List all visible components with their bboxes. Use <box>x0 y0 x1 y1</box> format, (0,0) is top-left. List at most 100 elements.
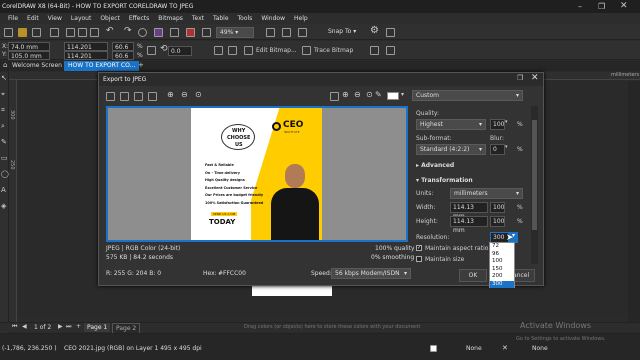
pan-tool-icon[interactable] <box>330 92 339 101</box>
split-vertical-icon[interactable] <box>120 92 129 101</box>
text-tool-icon[interactable]: A <box>1 186 6 194</box>
trace-bitmap-button[interactable]: Trace Bitmap <box>314 47 353 54</box>
print-icon[interactable] <box>50 28 59 37</box>
page-tab-1[interactable]: Page 1 <box>84 323 111 332</box>
quality-select[interactable]: Highest ▾ <box>416 119 486 130</box>
add-page-icon[interactable]: + <box>76 323 81 330</box>
full-preview-icon[interactable] <box>106 92 115 101</box>
tab-welcome-screen[interactable]: Welcome Screen <box>12 62 62 69</box>
quad-view-icon[interactable] <box>148 92 157 101</box>
full-screen-icon[interactable] <box>266 28 275 37</box>
app-launcher-icon[interactable] <box>202 28 211 37</box>
rectangle-tool-icon[interactable]: ▭ <box>1 154 8 162</box>
preset-select[interactable]: Custom ▾ <box>412 90 523 101</box>
paste-icon[interactable] <box>90 28 99 37</box>
split-horizontal-icon[interactable] <box>134 92 143 101</box>
edit-bitmap-icon[interactable] <box>244 46 253 55</box>
save-icon[interactable] <box>32 28 41 37</box>
speed-select[interactable]: 56 kbps Modem/ISDN ▾ <box>331 268 411 279</box>
scale-y-field[interactable]: 60.6 <box>112 51 134 60</box>
dialog-maximize-icon[interactable]: ❐ <box>517 74 523 82</box>
units-select[interactable]: millimeters ▾ <box>450 188 523 199</box>
crop-icon[interactable] <box>386 46 395 55</box>
dialog-close-icon[interactable]: ✕ <box>531 73 539 83</box>
menu-effects[interactable]: Effects <box>129 15 149 22</box>
transformation-section-toggle[interactable]: ▾ Transformation <box>416 177 473 184</box>
freehand-tool-icon[interactable]: ✎ <box>1 138 7 146</box>
publish-pdf-icon[interactable] <box>186 28 195 37</box>
preview-zoom-in-icon[interactable]: ⊕ <box>342 90 349 99</box>
preview-zoom-fit-icon[interactable]: ⊙ <box>366 90 373 99</box>
tab-document[interactable]: HOW TO EXPORT CO... <box>64 61 140 71</box>
zoom-out-icon[interactable]: ⊖ <box>181 90 188 99</box>
import-icon[interactable] <box>154 28 163 37</box>
height-field[interactable]: 114.201 mm <box>64 51 108 69</box>
resolution-option-150[interactable]: 150 <box>490 266 514 274</box>
zoom-fit-icon[interactable]: ⊙ <box>195 90 202 99</box>
height-percent-field[interactable]: 100 <box>490 216 505 227</box>
open-folder-icon[interactable] <box>18 28 27 37</box>
add-tab-icon[interactable]: + <box>138 61 144 69</box>
maintain-size-checkbox[interactable] <box>416 256 422 262</box>
cut-icon[interactable] <box>66 28 75 37</box>
menu-table[interactable]: Table <box>213 15 229 22</box>
resolution-option-100[interactable]: 100 <box>490 258 514 266</box>
search-icon[interactable] <box>138 28 147 37</box>
width-percent-field[interactable]: 100 <box>490 202 505 213</box>
blur-stepper-icon[interactable]: ▾ <box>505 144 508 150</box>
advanced-section-toggle[interactable]: ▸ Advanced <box>416 162 454 169</box>
home-icon[interactable]: ⌂ <box>3 61 7 69</box>
width-field[interactable]: 114.13 mm <box>450 202 488 220</box>
scale-x-field[interactable]: 60.6 <box>112 42 134 51</box>
image-adjust-icon[interactable] <box>370 46 379 55</box>
launch-icon[interactable] <box>386 28 395 37</box>
trace-bitmap-icon[interactable] <box>302 46 311 55</box>
resolution-option-300[interactable]: 300 <box>490 280 514 288</box>
export-icon[interactable] <box>170 28 179 37</box>
last-page-icon[interactable]: ⏭ <box>66 323 71 331</box>
menu-tools[interactable]: Tools <box>238 15 253 22</box>
blur-field[interactable]: 0 <box>490 144 505 155</box>
copy-icon[interactable] <box>78 28 87 37</box>
show-grid-icon[interactable] <box>298 28 307 37</box>
resolution-option-72[interactable]: 72 <box>490 243 514 251</box>
zoom-in-icon[interactable]: ⊕ <box>167 90 174 99</box>
menu-edit[interactable]: Edit <box>27 15 39 22</box>
close-window-button[interactable]: ✕ <box>620 1 628 11</box>
dialog-scroll-thumb[interactable] <box>532 120 537 230</box>
undo-icon[interactable]: ↶ <box>106 26 114 36</box>
y-position-field[interactable]: 105.0 mm <box>8 51 50 60</box>
zoom-tool-icon[interactable]: ⌕ <box>1 122 5 131</box>
menu-bitmaps[interactable]: Bitmaps <box>158 15 183 22</box>
crop-tool-icon[interactable]: ⌗ <box>1 106 5 115</box>
next-page-icon[interactable]: ▶ <box>58 323 63 330</box>
ok-button[interactable]: OK <box>459 269 487 282</box>
resolution-option-200[interactable]: 200 <box>490 273 514 281</box>
preview-pane[interactable]: WHY CHOOSE US CEO INSTITUTE Fast & Relia… <box>106 106 408 242</box>
menu-view[interactable]: View <box>48 15 62 22</box>
show-rulers-icon[interactable] <box>282 28 291 37</box>
shape-tool-icon[interactable]: ⌖ <box>1 90 5 99</box>
matte-color-swatch[interactable] <box>387 92 399 100</box>
prev-page-icon[interactable]: ◀ <box>22 323 27 330</box>
edit-bitmap-button[interactable]: Edit Bitmap... <box>256 47 297 54</box>
dialog-scrollbar[interactable] <box>531 106 538 264</box>
maximize-button[interactable]: ❐ <box>598 2 605 11</box>
resolution-option-96[interactable]: 96 <box>490 251 514 259</box>
rotation-angle-field[interactable]: 0.0 <box>168 46 192 56</box>
eyedropper-icon[interactable]: ✎ <box>375 90 382 99</box>
gear-icon[interactable]: ⚙ <box>370 25 379 36</box>
redo-icon[interactable]: ↷ <box>124 26 132 36</box>
pick-tool-icon[interactable]: ↖ <box>1 74 7 82</box>
subformat-select[interactable]: Standard (4:2:2) ▾ <box>416 144 486 155</box>
mirror-horizontal-icon[interactable] <box>214 46 223 55</box>
menu-text[interactable]: Text <box>192 15 204 22</box>
height-field[interactable]: 114.13 mm <box>450 216 488 234</box>
lock-ratio-icon[interactable] <box>147 46 156 55</box>
menu-object[interactable]: Object <box>100 15 120 22</box>
zoom-level-select[interactable]: 49% ▾ <box>216 27 254 38</box>
x-position-field[interactable]: 74.0 mm <box>8 42 50 51</box>
maintain-aspect-checkbox[interactable]: ✓ <box>416 245 422 251</box>
menu-file[interactable]: File <box>8 15 18 22</box>
matte-dropdown-icon[interactable]: ▾ <box>401 91 404 98</box>
